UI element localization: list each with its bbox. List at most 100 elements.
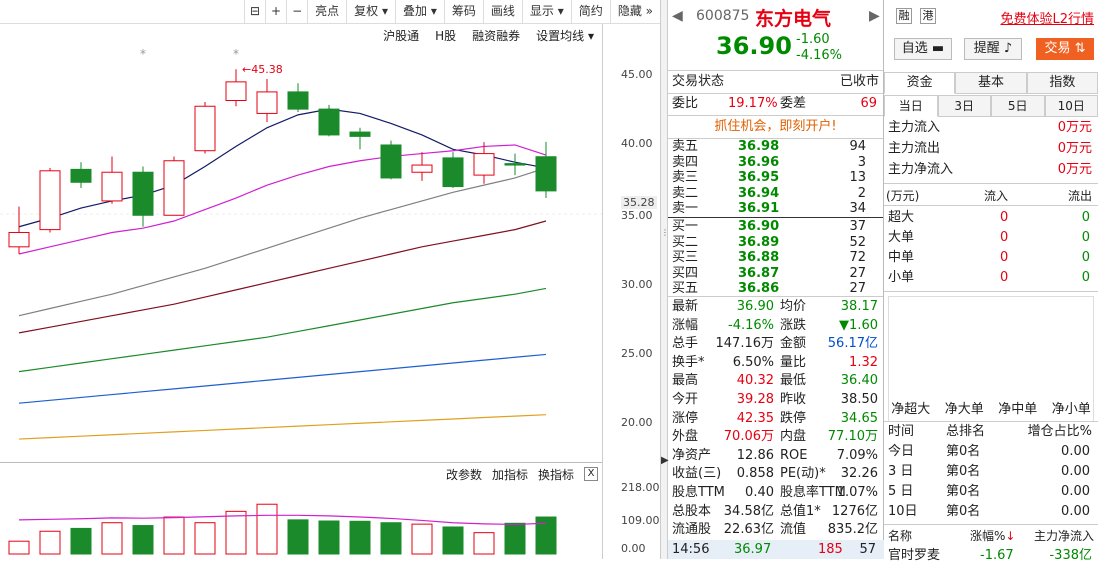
stock-code: 600875 xyxy=(696,8,749,24)
link-hk-connect[interactable]: 沪股通 xyxy=(383,27,419,44)
trade-status-row: 交易状态 已收市 xyxy=(668,72,883,92)
edit-params-button[interactable]: 改参数 xyxy=(446,466,482,483)
price-axis: 45.00 40.00 35.28 35.00 30.00 25.00 20.0… xyxy=(602,24,660,559)
zoom-in-button[interactable]: + xyxy=(265,0,286,23)
buys-row[interactable]: 买四 36.87 27 xyxy=(668,266,884,282)
flow-table-row: 超大 0 0 xyxy=(884,208,1098,228)
candle-body xyxy=(102,172,122,201)
candlestick-chart[interactable]: ←45.38** xyxy=(0,46,602,462)
toolbar-chips[interactable]: 筹码 xyxy=(444,0,483,23)
close-icon[interactable]: X xyxy=(584,467,598,481)
volume-bar xyxy=(40,531,60,554)
chart-toolbar: ⊟ + − 亮点 复权 ▾ 叠加 ▾ 筹码 画线 显示 ▾ 简约 隐藏 » xyxy=(0,0,660,24)
candle-body xyxy=(412,165,432,172)
y-tick-current: 35.28 xyxy=(621,196,657,209)
panel-tabs: 资金 基本 指数 xyxy=(884,72,1098,94)
ma-line-1 xyxy=(19,145,546,254)
l2-promo-link[interactable]: 免费体验L2行情 xyxy=(1000,8,1094,27)
toolbar-overlay[interactable]: 叠加 ▾ xyxy=(395,0,444,23)
toolbar-hide[interactable]: 隐藏 » xyxy=(610,0,660,23)
stock-name: 东方电气 xyxy=(755,4,831,31)
ma-line-2 xyxy=(19,168,546,316)
sort-pct-header[interactable]: 涨幅%↓ xyxy=(970,526,1015,546)
toolbar-display[interactable]: 显示 ▾ xyxy=(522,0,571,23)
candle-body xyxy=(536,157,556,191)
volume-bar xyxy=(536,517,556,554)
sells-row[interactable]: 卖四 36.96 3 xyxy=(668,155,884,171)
panel-splitter[interactable]: ⋮ ▶ xyxy=(660,0,668,559)
sells-row[interactable]: 卖一 36.91 34 xyxy=(668,201,884,217)
flow-row: 主力流入 0万元 xyxy=(884,118,1098,139)
kline-panel[interactable]: ⊟ + − 亮点 复权 ▾ 叠加 ▾ 筹码 画线 显示 ▾ 简约 隐藏 » 沪股… xyxy=(0,0,660,559)
stats-row: 换手* 6.50% 量比 1.32 xyxy=(668,354,884,373)
rank-row: 今日 第0名 0.00 xyxy=(884,442,1098,462)
toolbar-simple[interactable]: 简约 xyxy=(571,0,610,23)
link-margin[interactable]: 融资融券 xyxy=(472,27,520,44)
y-tick: 20.00 xyxy=(621,416,653,429)
tab-today[interactable]: 当日 xyxy=(884,95,938,117)
chart-separator xyxy=(0,462,602,463)
candle-body xyxy=(40,171,60,230)
buys-row[interactable]: 买二 36.89 52 xyxy=(668,235,884,251)
double-chevron-right-icon: » xyxy=(646,4,653,18)
vol-tick: 0.00 xyxy=(621,542,646,555)
stats-row: 净资产 12.86 ROE 7.09% xyxy=(668,447,884,466)
sector-head: 名称 涨幅%↓ 主力净流入 xyxy=(884,526,1098,546)
volume-bar xyxy=(319,521,339,554)
volume-bar xyxy=(226,511,246,554)
watchlist-button[interactable]: 自选 ▬ xyxy=(894,38,952,60)
lock-icon[interactable]: ⊟ xyxy=(244,0,265,23)
tab-basic[interactable]: 基本 xyxy=(955,72,1026,94)
vol-tick: 109.00 xyxy=(621,514,660,527)
margin-tag[interactable]: 融 xyxy=(896,8,912,24)
toolbar-draw[interactable]: 画线 xyxy=(483,0,522,23)
stats-row: 最高 40.32 最低 36.40 xyxy=(668,372,884,391)
volume-chart[interactable] xyxy=(0,484,602,559)
buys-row[interactable]: 买三 36.88 72 xyxy=(668,250,884,266)
buys-row[interactable]: 买一 36.90 37 xyxy=(668,219,884,235)
add-indicator-button[interactable]: 加指标 xyxy=(492,466,528,483)
switch-indicator-button[interactable]: 换指标 xyxy=(538,466,574,483)
candle-body xyxy=(505,164,525,165)
indicator-bar: 改参数 加指标 换指标 X xyxy=(0,464,602,484)
stats-row: 最新 36.90 均价 38.17 xyxy=(668,298,884,317)
chart-header-links: 沪股通 H股 融资融券 设置均线 ▾ xyxy=(0,24,602,46)
link-h-share[interactable]: H股 xyxy=(435,27,456,44)
ma-line-3 xyxy=(19,221,546,333)
prev-stock-arrow-icon[interactable]: ◀ xyxy=(672,8,683,24)
candle-body xyxy=(257,92,277,114)
tab-index[interactable]: 指数 xyxy=(1027,72,1098,94)
caret-down-icon: ▾ xyxy=(431,4,437,18)
candle-body xyxy=(474,154,494,176)
caret-down-icon: ▾ xyxy=(382,4,388,18)
ma-line-4 xyxy=(19,288,546,371)
candle-body xyxy=(9,232,29,246)
sells-row[interactable]: 卖三 36.95 13 xyxy=(668,170,884,186)
buys-row[interactable]: 买五 36.86 27 xyxy=(668,281,884,297)
remind-button[interactable]: 提醒 ♪ xyxy=(964,38,1022,60)
tab-3d[interactable]: 3日 xyxy=(938,95,992,117)
set-ma-dropdown[interactable]: 设置均线 ▾ xyxy=(536,27,594,44)
toolbar-adjust[interactable]: 复权 ▾ xyxy=(346,0,395,23)
sells-row[interactable]: 卖二 36.94 2 xyxy=(668,186,884,202)
hk-tag[interactable]: 港 xyxy=(920,8,936,24)
trade-button[interactable]: 交易 ⇅ xyxy=(1036,38,1094,60)
sector-row[interactable]: 官时罗麦 -1.67 -338亿 xyxy=(884,546,1098,566)
candle-body xyxy=(288,92,308,109)
price-change: -1.60 xyxy=(796,32,830,47)
net-flow-labels: 净超大 净大单 净中单 净小单 xyxy=(884,398,1098,417)
zoom-out-button[interactable]: − xyxy=(286,0,307,23)
stats-row: 涨幅 -4.16% 涨跌 ▼1.60 xyxy=(668,317,884,336)
flow-table-row: 小单 0 0 xyxy=(884,268,1098,288)
tab-5d[interactable]: 5日 xyxy=(991,95,1045,117)
toolbar-highlight[interactable]: 亮点 xyxy=(307,0,346,23)
candle-body xyxy=(195,106,215,150)
tab-10d[interactable]: 10日 xyxy=(1045,95,1098,117)
next-stock-arrow-icon[interactable]: ▶ xyxy=(869,8,880,24)
sells-row[interactable]: 卖五 36.98 94 xyxy=(668,139,884,155)
open-account-banner[interactable]: 抓住机会，即刻开户! xyxy=(668,117,883,137)
stats-row: 涨停 42.35 跌停 34.65 xyxy=(668,410,884,429)
ma-line-5 xyxy=(19,354,546,403)
tab-fund[interactable]: 资金 xyxy=(884,72,955,94)
volume-bar xyxy=(102,523,122,554)
